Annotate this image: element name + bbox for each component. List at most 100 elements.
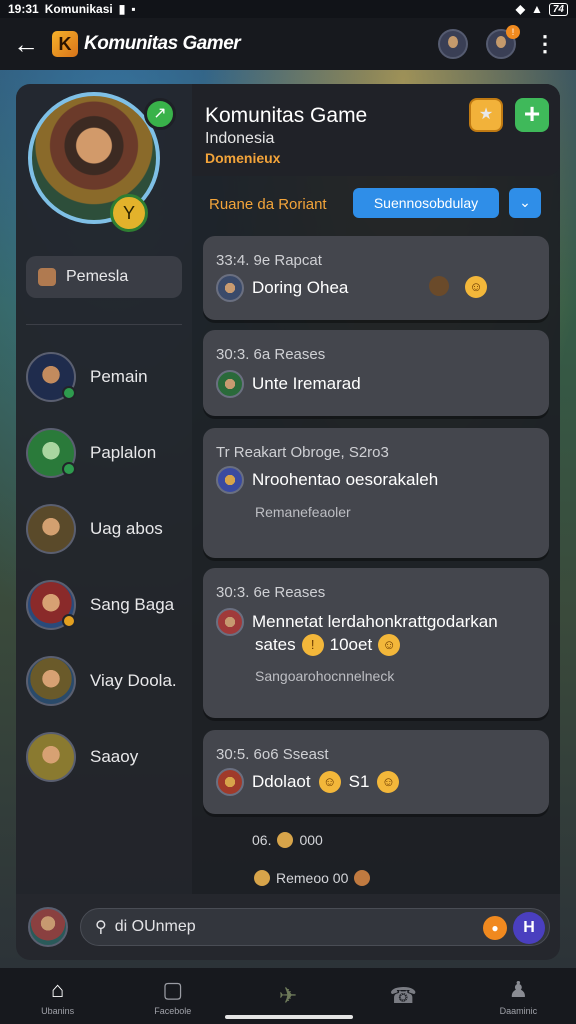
post-card[interactable]: 33:4. 9e Rapcat Doring Ohea ☺ (203, 236, 549, 320)
message-icon: ▪ (131, 2, 136, 16)
more-options-icon[interactable]: ⋮ (534, 31, 556, 57)
post-text: Doring Ohea (252, 278, 349, 297)
member-name: Saaoy (90, 747, 139, 766)
post-text-3: 10oet (329, 635, 373, 654)
grin-emoji-icon[interactable]: ☺ (318, 771, 341, 793)
member-name: Sang Baga (90, 595, 175, 614)
wifi-icon: ◆ (515, 2, 525, 16)
member-name: Uag abos (90, 519, 163, 538)
trophy-icon[interactable]: ★ (469, 98, 503, 132)
online-status-icon (62, 462, 76, 476)
surprised-emoji-icon[interactable]: ! (301, 634, 324, 656)
add-button[interactable]: + (515, 98, 549, 132)
post-subtext: Sangoarohocnnelneck (255, 668, 395, 684)
member-item[interactable]: Pemain (26, 350, 186, 404)
member-item[interactable]: Viay Doola. (26, 654, 186, 708)
post-row: Doring Ohea (216, 274, 348, 302)
post-row: Ddolaot ☺ S1 ☺ (216, 768, 400, 796)
post-meta: 33:4. 9e Rapcat (216, 252, 322, 269)
message-input[interactable]: ⚲ di OUnmep ● H (80, 908, 550, 946)
message-composer: ⚲ di OUnmep ● H (16, 894, 560, 960)
composer-avatar[interactable] (28, 907, 68, 947)
group-header: Komunitas Game Indonesia Domenieux ★ + (192, 84, 560, 176)
mini-avatar (277, 832, 294, 848)
member-name: Pemain (90, 367, 148, 386)
member-avatar (26, 580, 76, 630)
nav-label: Daaminic (499, 1005, 538, 1016)
mini-row: 06. 000 (252, 832, 323, 848)
post-text: Ddolaot (252, 772, 311, 791)
smile-emoji-icon[interactable]: ☺ (465, 276, 487, 298)
gesture-bar (225, 1015, 353, 1019)
post-avatar (216, 608, 244, 636)
group-link[interactable]: Ruane da Roriant (209, 196, 327, 213)
wink-emoji-icon[interactable]: ☺ (377, 771, 400, 793)
arrow-left-icon[interactable]: ← (0, 29, 52, 60)
post-meta: 30:3. 6a Reases (216, 346, 326, 363)
search-icon: ⚲ (95, 919, 107, 936)
post-row: Nroohentao oesorakaleh (216, 466, 438, 494)
mini-text: Remeoo 00 (276, 870, 349, 886)
member-avatar (26, 352, 76, 402)
nav-label: Ubanins (41, 1005, 75, 1016)
member-avatar (26, 732, 76, 782)
post-card[interactable]: 30:3. 6a Reases Unte Iremarad (203, 330, 549, 416)
post-text: Mennetat lerdahonkrattgodarkan (252, 612, 498, 631)
message-input-text: di OUnmep (114, 918, 196, 935)
main-panel: Komunitas Game Indonesia Domenieux ★ + R… (192, 84, 560, 894)
post-avatar (216, 274, 244, 302)
reaction-avatar-icon (429, 276, 449, 296)
divider (26, 324, 182, 325)
filter-pill[interactable]: Suennosobdulay (353, 188, 499, 218)
member-item[interactable]: Uag abos (26, 502, 186, 556)
status-badge-icon (62, 614, 76, 628)
user-avatar[interactable] (438, 29, 468, 59)
post-card[interactable]: 30:3. 6e Reases Mennetat lerdahonkrattgo… (203, 568, 549, 718)
chevron-down-icon[interactable]: ⌄ (509, 188, 541, 218)
post-avatar (216, 370, 244, 398)
post-text: Unte Iremarad (252, 374, 361, 393)
chip-label: Pemesla (66, 268, 129, 285)
post-text-2: S1 (348, 772, 370, 791)
member-item[interactable]: Sang Baga (26, 578, 186, 632)
nav-profile[interactable]: ♟ Daaminic (461, 968, 576, 1024)
send-icon[interactable]: H (513, 912, 545, 944)
post-meta: 30:3. 6e Reases (216, 584, 326, 601)
group-tag: Domenieux (205, 150, 281, 166)
signal-icon: ▲ (530, 2, 543, 16)
nav-home[interactable]: ⌂ Ubanins (0, 968, 115, 1024)
app-bar: ← K Komunitas Gamer ! ⋮ (0, 18, 576, 70)
notifications-avatar[interactable]: ! (486, 25, 520, 59)
grin-emoji-icon[interactable]: ☺ (378, 634, 401, 656)
emoji-picker-icon[interactable]: ● (483, 916, 507, 940)
group-title: Komunitas Game (205, 104, 368, 127)
post-card[interactable]: Tr Reakart Obroge, S2ro3 Nroohentao oeso… (203, 428, 549, 558)
online-status-icon (62, 386, 76, 400)
headset-icon: ☎ (389, 983, 417, 1008)
post-card[interactable]: 30:5. 6o6 Sseast Ddolaot ☺ S1 ☺ (203, 730, 549, 814)
post-row-2: sates ! 10oet ☺ (255, 634, 401, 656)
post-text-2: sates (255, 635, 296, 654)
post-avatar (216, 466, 244, 494)
member-name: Viay Doola. (90, 671, 177, 690)
notification-icon: ▮ (118, 2, 126, 16)
battery-indicator: 74 (548, 2, 568, 16)
mini-avatar (254, 870, 270, 886)
member-avatar (26, 428, 76, 478)
post-row: Mennetat lerdahonkrattgodarkan (216, 608, 498, 636)
notification-badge-icon: ! (506, 25, 520, 39)
share-icon[interactable]: ↗ (144, 98, 176, 130)
member-item[interactable]: Paplalon (26, 426, 186, 480)
post-text: Nroohentao oesorakaleh (252, 470, 439, 489)
post-meta: 30:5. 6o6 Sseast (216, 746, 329, 763)
nav-support[interactable]: ☎ (346, 968, 461, 1024)
member-item[interactable]: Saaoy (26, 730, 186, 784)
app-title: Komunitas Gamer (84, 33, 241, 54)
app-logo-icon: K (52, 31, 78, 57)
sidebar-chip[interactable]: Pemesla (26, 256, 182, 298)
nav-facebook[interactable]: ▢ Facebole (115, 968, 230, 1024)
profile-icon: ♟ (508, 976, 529, 1002)
member-name: Paplalon (90, 443, 157, 462)
rank-badge-icon: Y (110, 194, 148, 232)
post-avatar (216, 768, 244, 796)
